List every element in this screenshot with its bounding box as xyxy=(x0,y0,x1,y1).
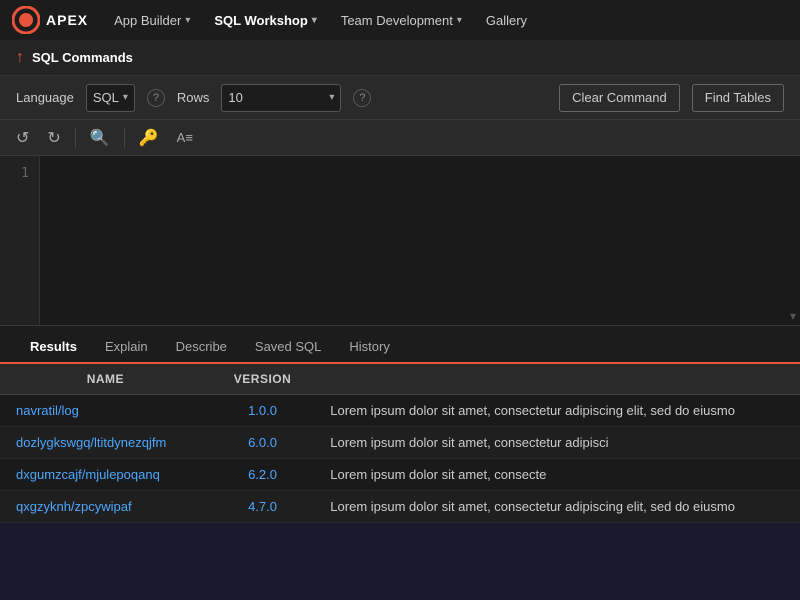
search-icon[interactable]: 🔍 xyxy=(86,126,114,150)
language-label: Language xyxy=(16,90,74,105)
rows-help-icon[interactable]: ? xyxy=(353,89,371,107)
nav-gallery[interactable]: Gallery xyxy=(476,9,537,32)
col-version: VERSION xyxy=(211,364,315,395)
clear-command-button[interactable]: Clear Command xyxy=(559,84,680,112)
find-tables-button[interactable]: Find Tables xyxy=(692,84,784,112)
table-row: dxgumzcajf/mjulepoqanq6.2.0Lorem ipsum d… xyxy=(0,459,800,491)
key-icon[interactable]: 🔑 xyxy=(135,126,163,150)
cell-version: 4.7.0 xyxy=(211,491,315,523)
tab-explain[interactable]: Explain xyxy=(91,331,162,364)
nav-team-development[interactable]: Team Development ▾ xyxy=(331,9,472,32)
code-area[interactable] xyxy=(40,156,800,325)
table-header-row: NAME VERSION xyxy=(0,364,800,395)
code-editor-toolbar: ↺ ↻ 🔍 🔑 A≡ xyxy=(0,120,800,156)
chevron-down-icon: ▾ xyxy=(457,15,462,26)
redo-icon[interactable]: ↻ xyxy=(43,126,64,150)
language-select[interactable]: SQL ▾ xyxy=(86,84,135,112)
tab-describe[interactable]: Describe xyxy=(162,331,241,364)
rows-select[interactable]: 10 ▾ xyxy=(221,84,341,112)
cell-name[interactable]: qxgzyknh/zpcywipaf xyxy=(0,491,211,523)
col-desc xyxy=(314,364,800,395)
separator xyxy=(75,128,76,148)
cell-desc: Lorem ipsum dolor sit amet, consecte xyxy=(314,459,800,491)
breadcrumb: ↑ SQL Commands xyxy=(0,40,800,76)
tab-results[interactable]: Results xyxy=(16,331,91,364)
language-help-icon[interactable]: ? xyxy=(147,89,165,107)
nav-app-builder[interactable]: App Builder ▾ xyxy=(104,9,200,32)
cell-desc: Lorem ipsum dolor sit amet, consectetur … xyxy=(314,427,800,459)
tab-history[interactable]: History xyxy=(335,331,403,364)
chevron-down-icon: ▾ xyxy=(329,92,334,103)
scroll-indicator: ▾ xyxy=(786,307,800,325)
rows-label: Rows xyxy=(177,90,210,105)
format-icon[interactable]: A≡ xyxy=(173,128,197,147)
col-name: NAME xyxy=(0,364,211,395)
separator xyxy=(124,128,125,148)
table-row: dozlygkswgq/ltitdynezqjfm6.0.0Lorem ipsu… xyxy=(0,427,800,459)
top-navigation: APEX App Builder ▾ SQL Workshop ▾ Team D… xyxy=(0,0,800,40)
table-row: navratil/log1.0.0Lorem ipsum dolor sit a… xyxy=(0,395,800,427)
cell-name[interactable]: dxgumzcajf/mjulepoqanq xyxy=(0,459,211,491)
result-tabs: Results Explain Describe Saved SQL Histo… xyxy=(0,326,800,364)
code-editor[interactable]: 1 ▾ xyxy=(0,156,800,326)
chevron-down-icon: ▾ xyxy=(123,92,128,103)
tab-saved-sql[interactable]: Saved SQL xyxy=(241,331,336,364)
table-row: qxgzyknh/zpcywipaf4.7.0Lorem ipsum dolor… xyxy=(0,491,800,523)
results-table: NAME VERSION navratil/log1.0.0Lorem ipsu… xyxy=(0,364,800,523)
cell-name[interactable]: navratil/log xyxy=(0,395,211,427)
cell-desc: Lorem ipsum dolor sit amet, consectetur … xyxy=(314,395,800,427)
cell-version: 6.0.0 xyxy=(211,427,315,459)
cell-name[interactable]: dozlygkswgq/ltitdynezqjfm xyxy=(0,427,211,459)
line-numbers: 1 xyxy=(0,156,40,325)
line-number: 1 xyxy=(10,164,29,185)
cell-desc: Lorem ipsum dolor sit amet, consectetur … xyxy=(314,491,800,523)
breadcrumb-text: SQL Commands xyxy=(32,50,133,65)
breadcrumb-icon: ↑ xyxy=(16,49,24,67)
chevron-down-icon: ▾ xyxy=(312,15,317,26)
chevron-down-icon: ▾ xyxy=(185,15,190,26)
editor-toolbar: Language SQL ▾ ? Rows 10 ▾ ? Clear Comma… xyxy=(0,76,800,120)
results-area: NAME VERSION navratil/log1.0.0Lorem ipsu… xyxy=(0,364,800,523)
cell-version: 1.0.0 xyxy=(211,395,315,427)
apex-logo[interactable]: APEX xyxy=(12,6,88,34)
cell-version: 6.2.0 xyxy=(211,459,315,491)
apex-logo-text: APEX xyxy=(46,12,88,28)
nav-sql-workshop[interactable]: SQL Workshop ▾ xyxy=(204,9,326,32)
undo-icon[interactable]: ↺ xyxy=(12,126,33,150)
